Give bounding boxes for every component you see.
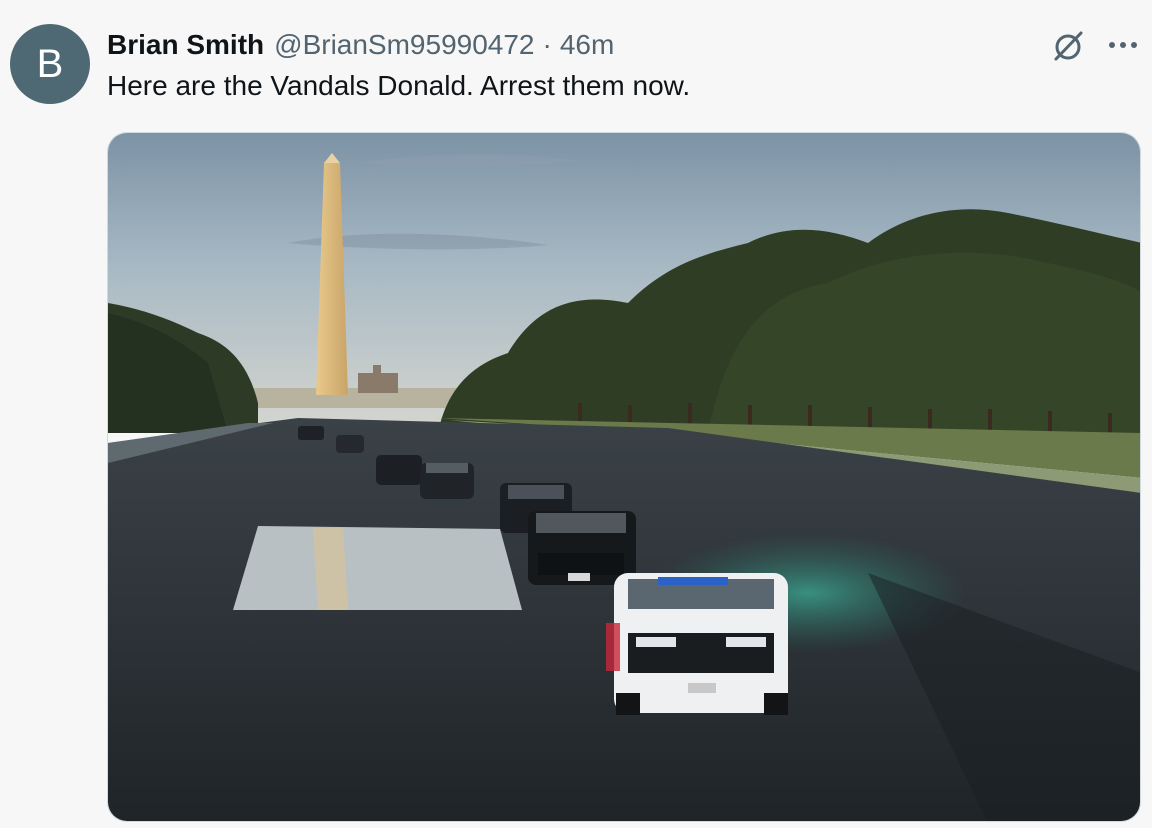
header-separator: · (542, 29, 552, 60)
author-handle[interactable]: @BrianSm95990472 (274, 29, 534, 61)
more-options-icon[interactable] (1107, 30, 1139, 60)
tweet-photo[interactable] (107, 132, 1141, 822)
avatar[interactable]: B (10, 24, 90, 104)
grok-icon[interactable] (1050, 28, 1086, 64)
author-name[interactable]: Brian Smith (107, 29, 264, 61)
tweet-timestamp[interactable]: 46m (560, 29, 614, 61)
tweet-card: B Brian Smith @BrianSm95990472 · 46m Her… (0, 0, 1152, 828)
photo-scene (108, 133, 1140, 821)
tweet-text: Here are the Vandals Donald. Arrest them… (107, 70, 691, 101)
tweet-header: Brian Smith @BrianSm95990472 · 46m (107, 28, 614, 62)
avatar-letter: B (36, 41, 64, 86)
police-suv (606, 573, 788, 715)
